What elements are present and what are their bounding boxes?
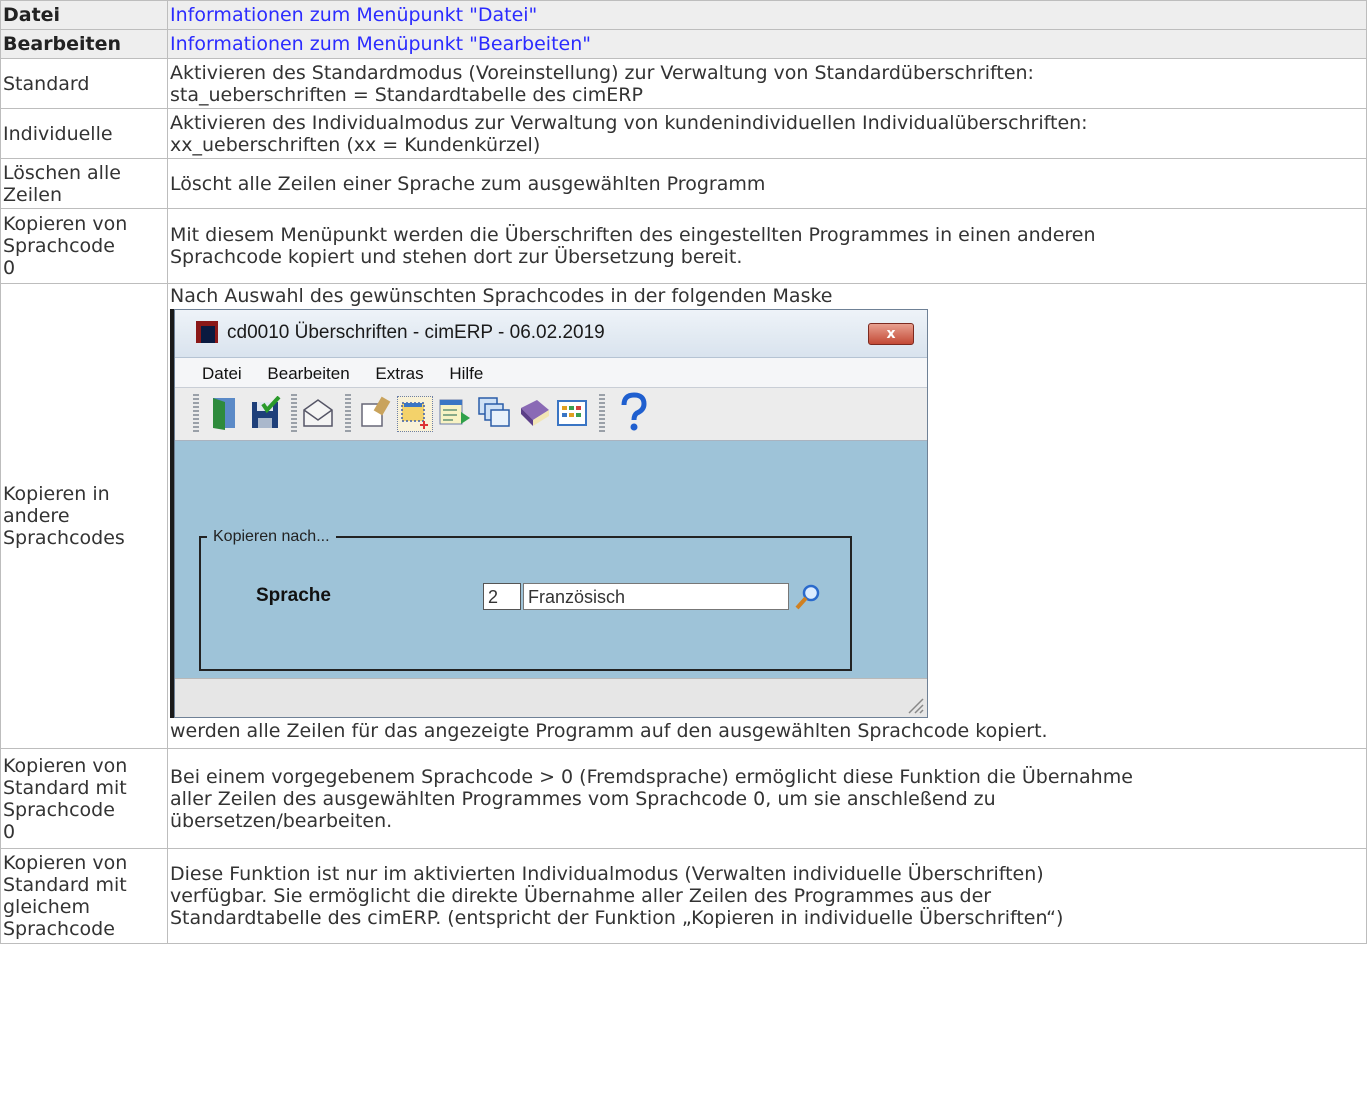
language-code-input[interactable]: 2 [483, 583, 521, 610]
row-key: Kopieren von Standard mit Sprachcode 0 [0, 748, 168, 849]
dialog-screenshot: cd0010 Überschriften - cimERP - 06.02.20… [170, 309, 928, 718]
toolbar-grip [345, 394, 351, 434]
key-line: Sprachcode [3, 798, 115, 821]
key-line: Löschen alle [3, 161, 121, 184]
row-desc: Diese Funktion ist nur im aktivierten In… [167, 848, 1367, 944]
desc-line: Standardtabelle des cimERP. (entspricht … [170, 907, 1064, 929]
table-row: Löschen alle Zeilen Löscht alle Zeilen e… [0, 158, 1367, 209]
grid-icon[interactable] [555, 396, 589, 430]
menu-bearbeiten[interactable]: Bearbeiten [267, 358, 349, 385]
desc-line: Mit diesem Menüpunkt werden die Überschr… [170, 224, 1096, 246]
menu-datei[interactable]: Datei [202, 358, 242, 385]
key-line: Sprachcodes [3, 527, 125, 549]
key-line: Sprachcode [3, 918, 115, 940]
row-key: Datei [0, 0, 168, 30]
save-icon[interactable] [249, 396, 283, 430]
exit-icon[interactable] [209, 396, 243, 430]
table-row: Kopieren in andere Sprachcodes Nach Ausw… [0, 283, 1367, 749]
desc-line: werden alle Zeilen für das angezeigte Pr… [170, 720, 1048, 742]
key-line: Kopieren von [3, 213, 128, 235]
key-line: Kopieren in [3, 483, 110, 505]
dialog-statusbar [175, 678, 927, 717]
table-row: Datei Informationen zum Menüpunkt "Datei… [0, 0, 1367, 30]
desc-line: aller Zeilen des ausgewählten Programmes… [170, 787, 996, 810]
table-row: Standard Aktivieren des Standardmodus (V… [0, 58, 1367, 109]
toolbar-grip [599, 394, 605, 434]
menu-hilfe[interactable]: Hilfe [449, 358, 483, 385]
row-key: Standard [0, 58, 168, 109]
key-line: Standard mit [3, 874, 127, 896]
dialog-title: cd0010 Überschriften - cimERP - 06.02.20… [227, 322, 605, 343]
row-key: Kopieren von Sprachcode 0 [0, 208, 168, 284]
table-row: Bearbeiten Informationen zum Menüpunkt "… [0, 29, 1367, 59]
dialog-toolbar [175, 388, 927, 441]
desc-line: übersetzen/bearbeiten. [170, 809, 393, 832]
desc-line: verfügbar. Sie ermöglicht die direkte Üb… [170, 885, 992, 907]
desc-line: sta_ueberschriften = Standardtabelle des… [170, 83, 643, 106]
key-line: gleichem [3, 896, 90, 918]
key-line: 0 [3, 820, 16, 843]
menu-reference-table: Datei Informationen zum Menüpunkt "Datei… [0, 0, 1367, 944]
desc-line: Nach Auswahl des gewünschten Sprachcodes… [170, 285, 833, 307]
row-desc: Löscht alle Zeilen einer Sprache zum aus… [167, 158, 1367, 209]
app-icon [196, 321, 218, 343]
dialog-body: Kopieren nach... Sprache 2 Französisch [175, 441, 927, 679]
close-button[interactable]: x [868, 323, 914, 345]
key-line: Kopieren von [3, 754, 128, 777]
key-line: Sprachcode [3, 235, 115, 257]
dialog-titlebar: cd0010 Überschriften - cimERP - 06.02.20… [175, 310, 927, 358]
row-desc: Informationen zum Menüpunkt "Datei" [167, 0, 1367, 30]
edit-icon[interactable] [359, 396, 393, 430]
desc-line: Aktivieren des Standardmodus (Voreinstel… [170, 61, 1034, 84]
windows-icon[interactable] [477, 396, 511, 430]
new-line-icon[interactable] [397, 396, 433, 432]
language-label: Sprache [256, 585, 331, 606]
mail-icon[interactable] [301, 396, 335, 430]
row-desc: Nach Auswahl des gewünschten Sprachcodes… [167, 283, 1367, 749]
bearbeiten-info-link[interactable]: Informationen zum Menüpunkt "Bearbeiten" [170, 33, 591, 55]
toolbar-grip [193, 394, 199, 434]
table-row: Kopieren von Standard mit gleichem Sprac… [0, 848, 1367, 944]
key-line: Standard mit [3, 776, 127, 799]
row-desc: Aktivieren des Individualmodus zur Verwa… [167, 108, 1367, 159]
datei-info-link[interactable]: Informationen zum Menüpunkt "Datei" [170, 4, 537, 26]
row-desc: Informationen zum Menüpunkt "Bearbeiten" [167, 29, 1367, 59]
search-icon[interactable] [793, 582, 823, 612]
language-name-field[interactable]: Französisch [523, 583, 789, 610]
row-desc: Aktivieren des Standardmodus (Voreinstel… [167, 58, 1367, 109]
key-line: andere [3, 505, 70, 527]
row-key: Kopieren in andere Sprachcodes [0, 283, 168, 749]
desc-line: Sprachcode kopiert und stehen dort zur Ü… [170, 246, 743, 268]
resize-grip-icon[interactable] [903, 693, 925, 715]
desc-line: Bei einem vorgegebenem Sprachcode > 0 (F… [170, 765, 1133, 788]
row-key: Bearbeiten [0, 29, 168, 59]
row-key: Individuelle [0, 108, 168, 159]
copy-target-group: Kopieren nach... Sprache 2 Französisch [199, 526, 852, 671]
row-key: Kopieren von Standard mit gleichem Sprac… [0, 848, 168, 944]
dialog-window: cd0010 Überschriften - cimERP - 06.02.20… [174, 309, 928, 718]
row-key: Löschen alle Zeilen [0, 158, 168, 209]
desc-line: Diese Funktion ist nur im aktivierten In… [170, 863, 1044, 885]
group-legend: Kopieren nach... [207, 526, 336, 548]
dialog-menubar: Datei Bearbeiten Extras Hilfe [175, 358, 927, 388]
desc-line: Aktivieren des Individualmodus zur Verwa… [170, 111, 1088, 134]
row-desc: Bei einem vorgegebenem Sprachcode > 0 (F… [167, 748, 1367, 849]
row-desc: Mit diesem Menüpunkt werden die Überschr… [167, 208, 1367, 284]
toolbar-grip [291, 394, 297, 434]
transfer-icon[interactable] [437, 396, 471, 430]
key-line: Kopieren von [3, 852, 128, 874]
desc-line: xx_ueberschriften (xx = Kundenkürzel) [170, 133, 541, 156]
help-icon[interactable] [613, 392, 653, 432]
key-line: Zeilen [3, 183, 62, 206]
table-row: Kopieren von Standard mit Sprachcode 0 B… [0, 748, 1367, 849]
book-icon[interactable] [517, 396, 551, 430]
table-row: Individuelle Aktivieren des Individualmo… [0, 108, 1367, 159]
menu-extras[interactable]: Extras [375, 358, 423, 385]
table-row: Kopieren von Sprachcode 0 Mit diesem Men… [0, 208, 1367, 284]
key-line: 0 [3, 257, 16, 279]
